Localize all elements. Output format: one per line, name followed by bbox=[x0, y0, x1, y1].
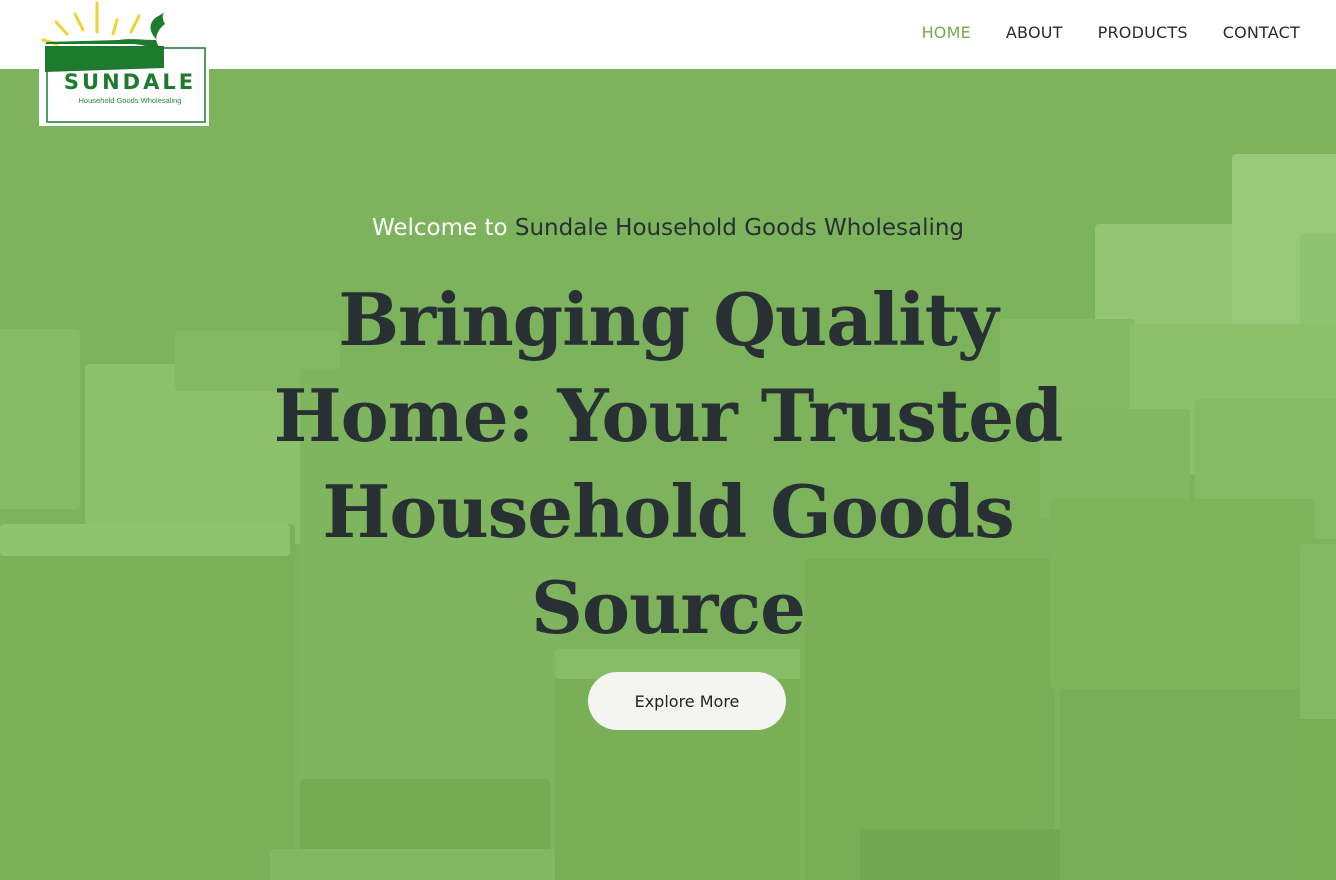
hero-headline: Bringing Quality Home: Your Trusted Hous… bbox=[273, 277, 1064, 650]
welcome-brand: Sundale Household Goods Wholesaling bbox=[514, 215, 965, 241]
nav-home[interactable]: HOME bbox=[922, 23, 971, 42]
nav-about[interactable]: ABOUT bbox=[1006, 23, 1063, 42]
main-nav: HOME ABOUT PRODUCTS CONTACT bbox=[922, 0, 1300, 64]
site-logo[interactable]: SUNDALE Household Goods Wholesaling bbox=[39, 0, 209, 126]
hero-section: Welcome to Sundale Household Goods Whole… bbox=[0, 69, 1336, 880]
logo-graphic bbox=[41, 1, 206, 123]
welcome-line: Welcome to Sundale Household Goods Whole… bbox=[0, 215, 1336, 241]
nav-products[interactable]: PRODUCTS bbox=[1098, 23, 1188, 42]
welcome-prefix: Welcome to bbox=[371, 215, 508, 241]
hero-content: Welcome to Sundale Household Goods Whole… bbox=[0, 69, 1336, 880]
logo-name: SUNDALE bbox=[63, 70, 197, 94]
logo-tagline: Household Goods Wholesaling bbox=[78, 96, 182, 105]
nav-contact[interactable]: CONTACT bbox=[1223, 23, 1300, 42]
explore-more-button[interactable]: Explore More bbox=[588, 672, 786, 730]
